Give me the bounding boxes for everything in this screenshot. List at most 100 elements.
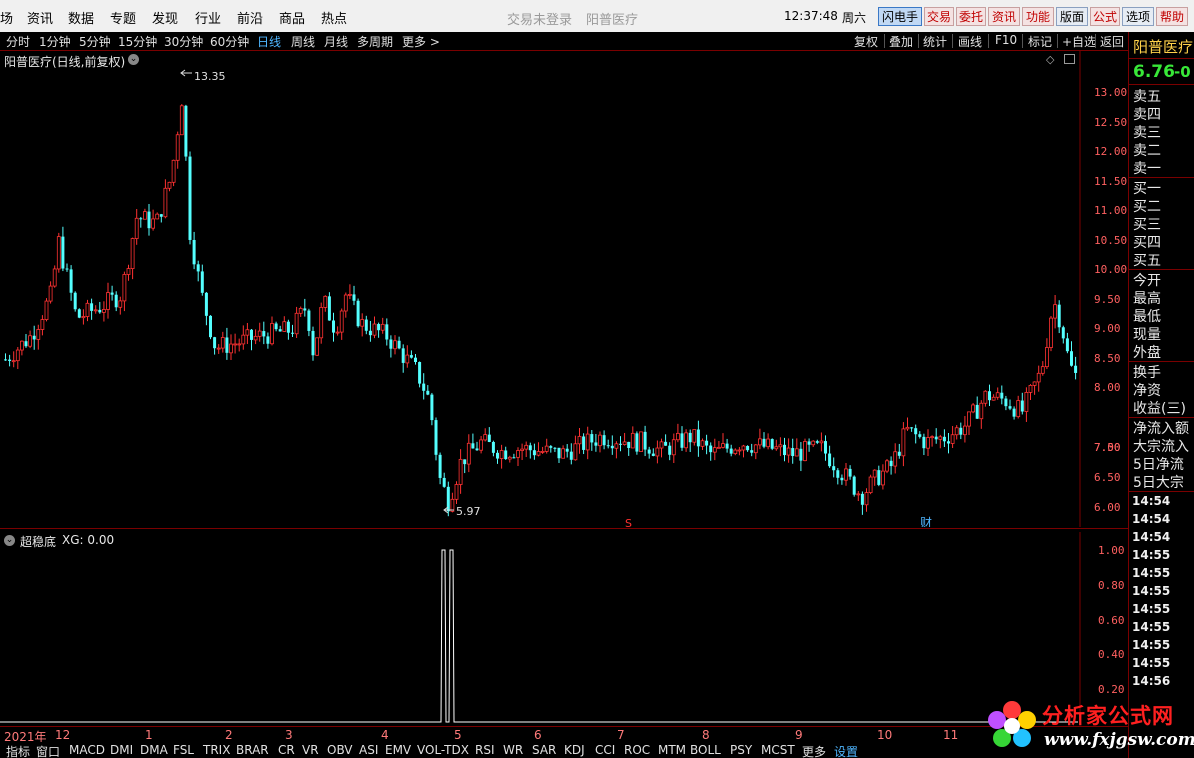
tab-roc[interactable]: ROC [624,743,650,757]
candle-body [594,442,598,446]
flash-trade-button[interactable]: 闪电手 [878,7,922,26]
tab-brar[interactable]: BRAR [236,743,269,757]
function-button[interactable]: 功能 [1022,7,1054,26]
tool-back[interactable]: 返回 [1100,33,1124,50]
tab-more[interactable]: 更多 [802,743,826,758]
tab-vr[interactable]: VR [302,743,319,757]
candle-body [93,309,98,312]
tab-mcst[interactable]: MCST [761,743,795,757]
order-button[interactable]: 委托 [956,7,986,26]
menu-item-data[interactable]: 数据 [68,8,94,27]
open-label: 今开 [1133,273,1161,289]
news-button[interactable]: 资讯 [988,7,1020,26]
menu-item-frontier[interactable]: 前沿 [237,8,263,27]
tab-boll[interactable]: BOLL [690,743,721,757]
tab-window[interactable]: 窗口 [36,743,60,758]
candle-body [1065,338,1069,352]
indicator-panel[interactable]: ⌄ 超稳底 XG: 0.00 1.00 0.80 0.60 0.40 0.20 [0,532,1128,724]
menu-item-market[interactable]: 场 [0,8,13,27]
tab-trix[interactable]: TRIX [203,743,230,757]
tab-indicator[interactable]: 指标 [6,743,30,758]
tab-dmi[interactable]: DMI [110,743,133,757]
tool-adjust[interactable]: 复权 [854,33,878,50]
tab-macd[interactable]: MACD [69,743,105,757]
candle-body [950,434,955,444]
menu-item-news[interactable]: 资讯 [27,8,53,27]
period-1min[interactable]: 1分钟 [39,33,71,50]
tab-dma[interactable]: DMA [140,743,168,757]
candle-body [352,294,356,301]
tab-cci[interactable]: CCI [595,743,615,757]
candle-body [377,324,381,331]
period-daily[interactable]: 日线 [257,33,281,50]
tab-rsi[interactable]: RSI [475,743,495,757]
candle-body [569,451,573,460]
tool-draw[interactable]: 画线 [958,33,982,50]
candle-body [430,394,434,421]
candle-body [647,449,651,454]
candle-body [635,433,639,452]
candle-body [602,435,606,446]
tab-obv[interactable]: OBV [327,743,353,757]
period-60min[interactable]: 60分钟 [210,33,249,50]
period-tick[interactable]: 分时 [6,33,30,50]
period-more[interactable]: 更多 > [402,33,440,50]
pane-divider[interactable] [0,528,1128,529]
candle-body [73,292,77,310]
options-button[interactable]: 选项 [1122,7,1154,26]
high-label: 最高 [1133,291,1161,307]
watermark-title: 分析家公式网 [1042,704,1174,728]
menu-item-industry[interactable]: 行业 [195,8,221,27]
tool-add-watchlist[interactable]: +自选 [1062,33,1096,50]
tab-fsl[interactable]: FSL [173,743,194,757]
last-volume-label: 现量 [1133,327,1161,343]
period-30min[interactable]: 30分钟 [164,33,203,50]
period-5min[interactable]: 5分钟 [79,33,111,50]
candle-body [799,448,803,461]
tab-vol-tdx[interactable]: VOL-TDX [417,743,469,757]
high-price-label: 13.35 [194,70,226,83]
candle-body [598,434,602,447]
tab-sar[interactable]: SAR [532,743,556,757]
tab-psy[interactable]: PSY [730,743,752,757]
period-weekly[interactable]: 周线 [291,33,315,50]
tab-wr[interactable]: WR [503,743,523,757]
candle-body [536,451,541,456]
menu-item-topics[interactable]: 专题 [110,8,136,27]
finance-event-marker[interactable]: 财 [920,516,932,527]
tab-asi[interactable]: ASI [359,743,378,757]
tool-mark[interactable]: 标记 [1028,33,1052,50]
tool-f10[interactable]: F10 [995,33,1017,47]
tab-settings[interactable]: 设置 [834,743,858,758]
menu-item-discover[interactable]: 发现 [152,8,178,27]
candle-body [983,390,988,404]
period-multi[interactable]: 多周期 [357,33,393,50]
tick-time: 14:54 [1132,530,1171,544]
candle-body [298,308,303,314]
candle-body [868,476,873,494]
period-monthly[interactable]: 月线 [324,33,348,50]
candle-body [746,445,750,451]
formula-button[interactable]: 公式 [1090,7,1120,26]
period-15min[interactable]: 15分钟 [118,33,157,50]
candle-body [307,310,311,331]
candle-body [347,294,352,296]
tab-mtm[interactable]: MTM [658,743,686,757]
tab-cr[interactable]: CR [278,743,295,757]
kline-chart-panel[interactable]: 阳普医疗(日线,前复权) ⌄ ◇ 13.35 5.97 S 财 13.00 12… [0,51,1128,527]
menu-item-goods[interactable]: 商品 [279,8,305,27]
period-toolbar: 分时 1分钟 5分钟 15分钟 30分钟 60分钟 日线 周线 月线 多周期 更… [0,32,1128,51]
tool-stats[interactable]: 统计 [923,33,947,50]
candle-body [926,437,930,449]
tab-emv[interactable]: EMV [385,743,411,757]
candle-body [979,402,984,420]
help-button[interactable]: 帮助 [1156,7,1188,26]
layout-button[interactable]: 版面 [1056,7,1088,26]
candle-body [397,340,401,349]
bid-3-label: 买三 [1133,217,1161,233]
candle-body [220,337,225,349]
tool-overlay[interactable]: 叠加 [889,33,913,50]
trade-button[interactable]: 交易 [924,7,954,26]
menu-item-hot[interactable]: 热点 [321,8,347,27]
tab-kdj[interactable]: KDJ [564,743,585,757]
